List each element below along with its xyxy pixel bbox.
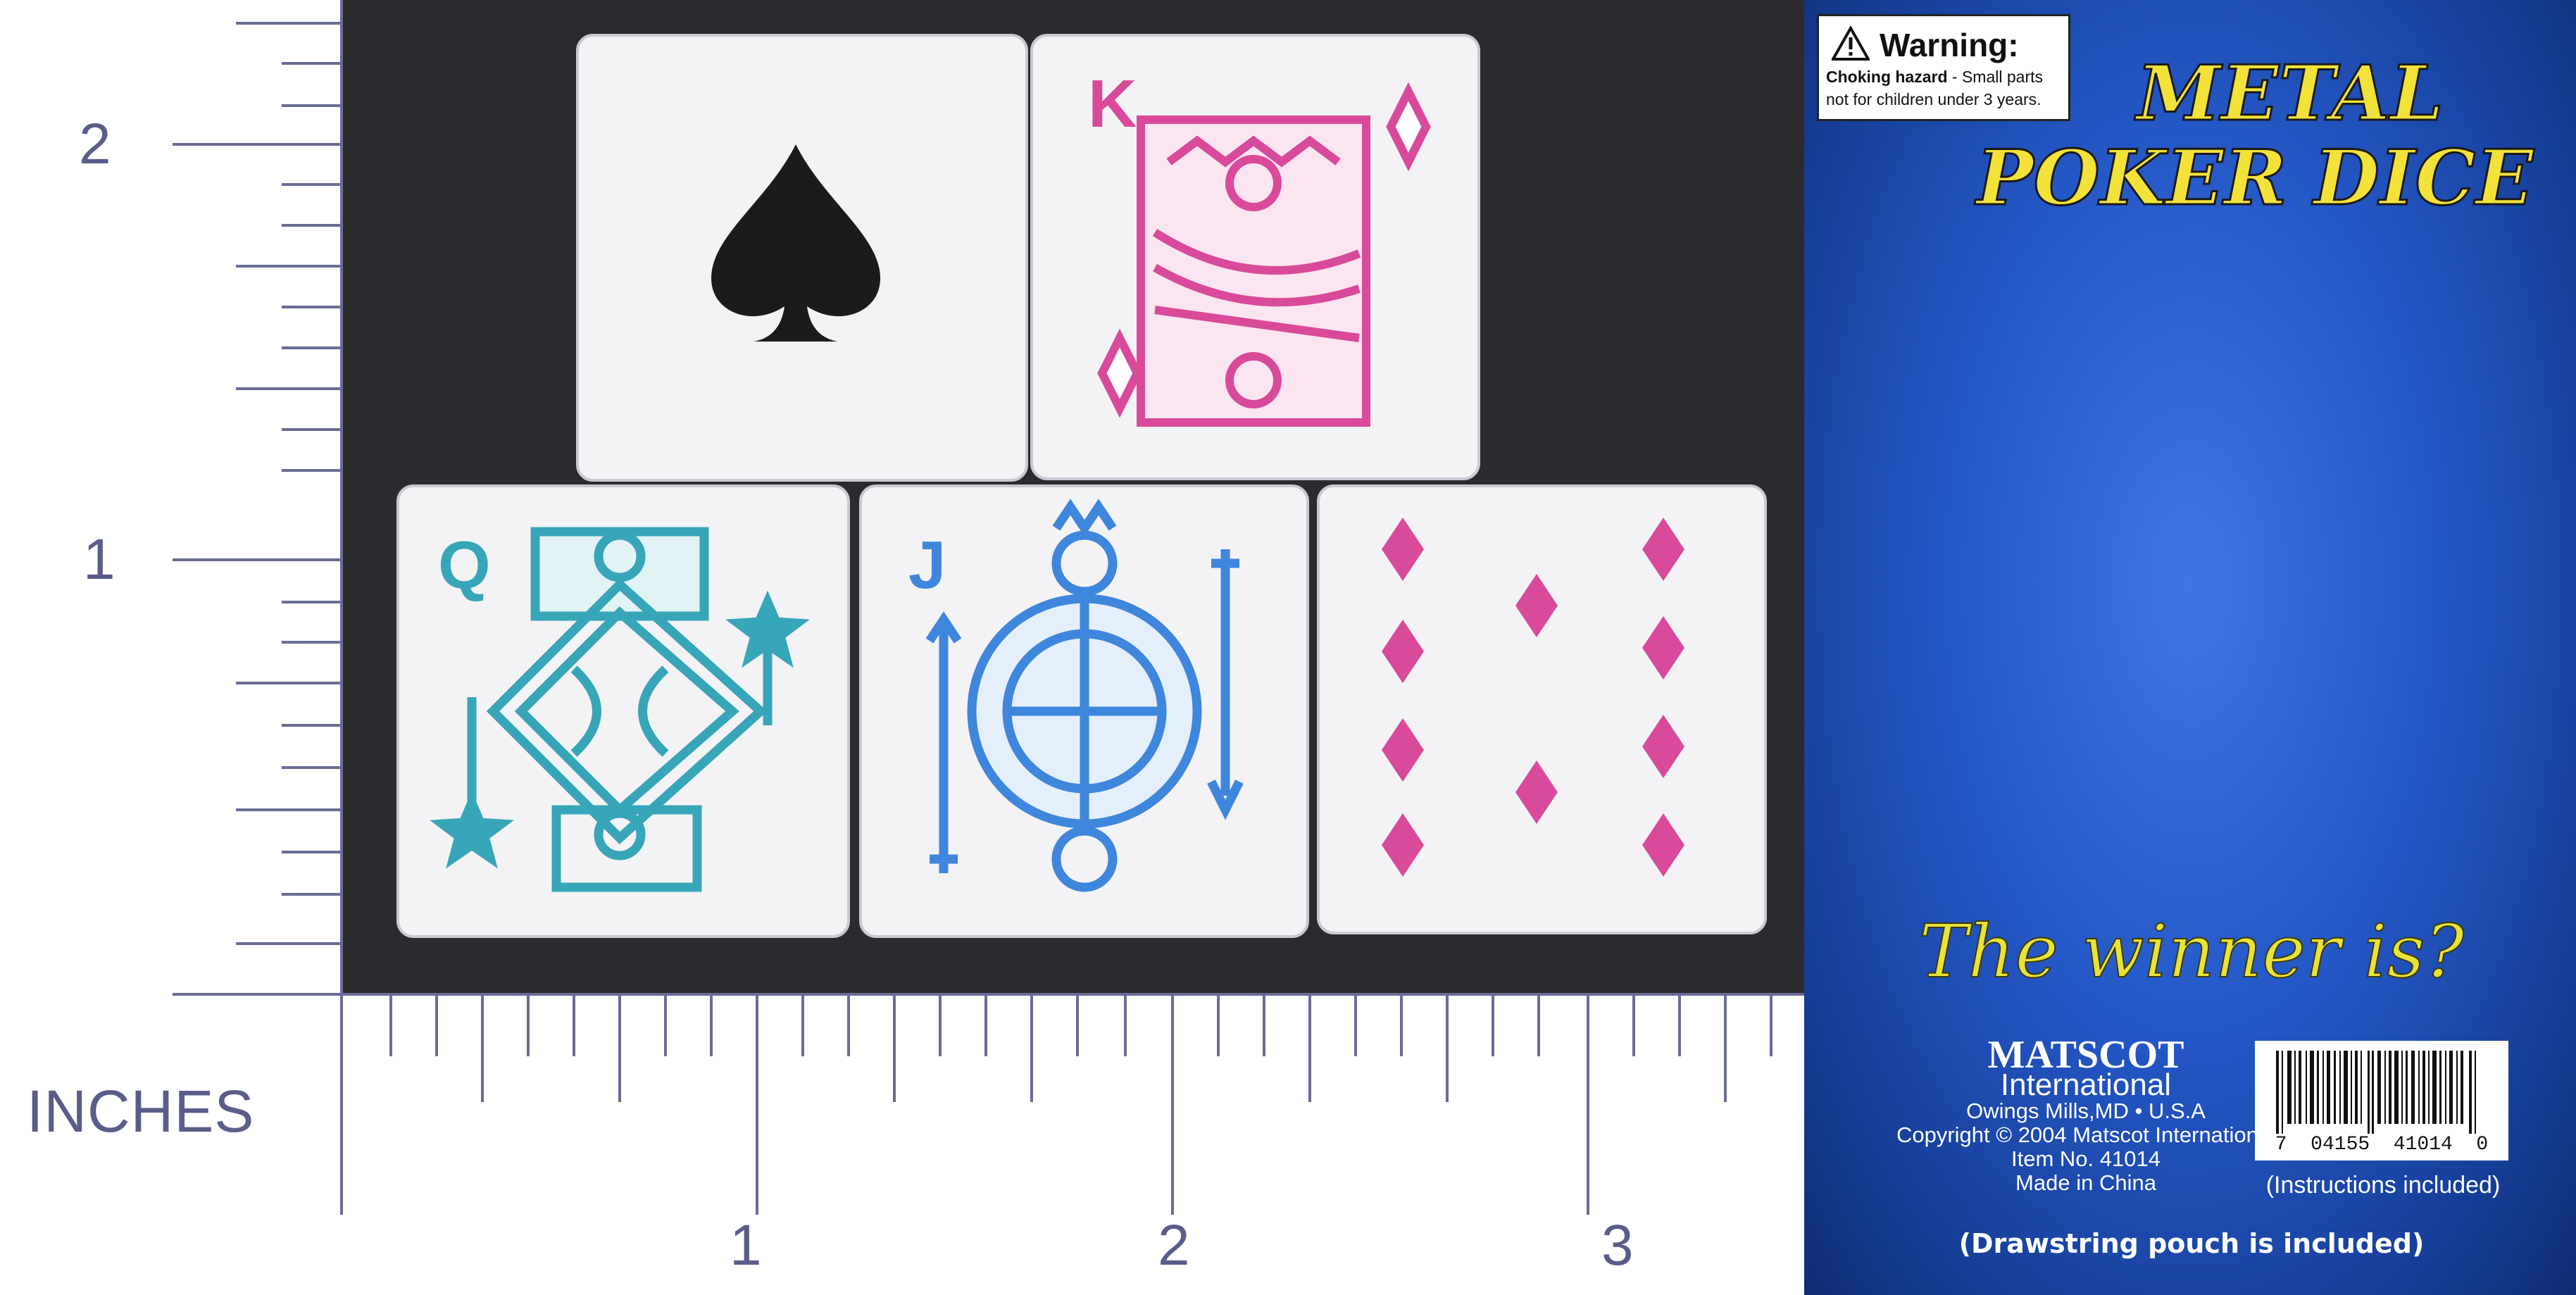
barcode: 7 04155 41014 0: [2255, 1041, 2508, 1161]
made-in-text: Made in China: [2015, 1170, 2156, 1195]
die-jack: J: [859, 484, 1309, 938]
instructions-text: (Instructions included): [2265, 1172, 2501, 1199]
brand-address: Owings Mills,MD • U.S.A: [1966, 1099, 2206, 1123]
ruler-label-x-1: 1: [730, 1213, 762, 1277]
package-title-line-2: POKER DICE: [1975, 133, 2534, 224]
horizontal-ruler: [340, 994, 1772, 1215]
package-tagline: The winner is?: [1918, 908, 2465, 995]
brand-subtitle: International: [2000, 1068, 2172, 1102]
die-jack-rank: J: [908, 527, 946, 603]
copyright-text: Copyright © 2004 Matscot International: [1896, 1122, 2276, 1147]
warning-title: Warning:: [1880, 27, 2019, 63]
ruler-label-x-2: 2: [1158, 1213, 1190, 1277]
barcode-number: 7 04155 41014 0: [2275, 1134, 2489, 1156]
ruler-unit-label: INCHES: [27, 1078, 255, 1144]
die-king-rank: K: [1088, 66, 1137, 142]
warning-hazard: Choking hazard: [1826, 68, 1948, 86]
ruler-label-x-3: 3: [1601, 1213, 1634, 1277]
die-queen: Q: [396, 484, 850, 938]
die-king: K: [1030, 34, 1480, 480]
pouch-text: (Drawstring pouch is included): [1958, 1228, 2425, 1259]
package-card: Warning: Choking hazard - Small parts no…: [1804, 0, 2576, 1295]
ruler-label-2: 2: [79, 112, 111, 176]
warning-text: Choking hazard - Small parts not for chi…: [1826, 65, 2061, 111]
die-queen-rank: Q: [438, 527, 491, 603]
barcode-icon: [2276, 1051, 2476, 1134]
die-eight-diamonds: [1317, 484, 1767, 934]
item-number: Item No. 41014: [2011, 1146, 2161, 1171]
warning-box: Warning: Choking hazard - Small parts no…: [1817, 14, 2070, 121]
warning-triangle-icon: [1832, 26, 1870, 61]
die-spade: [576, 34, 1028, 482]
ruler-label-1: 1: [83, 527, 115, 592]
package-title-line-1: METAL: [2135, 49, 2444, 139]
